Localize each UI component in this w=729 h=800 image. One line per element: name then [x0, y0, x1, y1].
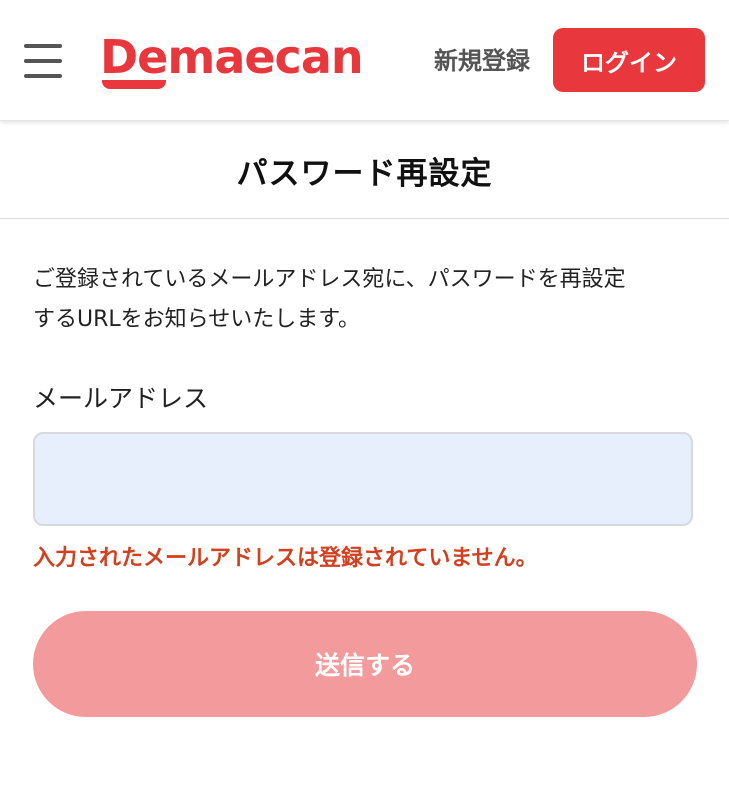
menu-line	[24, 44, 62, 48]
logo-underline	[102, 80, 166, 89]
demaecan-logo[interactable]: Demaecan	[100, 28, 380, 90]
email-input[interactable]	[33, 432, 693, 526]
password-reset-page: Demaecan 新規登録 ログイン パスワード再設定 ご登録されているメールア…	[0, 0, 729, 800]
header: Demaecan 新規登録 ログイン	[0, 0, 729, 121]
menu-line	[24, 59, 62, 63]
register-link[interactable]: 新規登録	[434, 44, 530, 78]
description-line: ご登録されているメールアドレス宛に、パスワードを再設定	[33, 267, 626, 292]
menu-line	[24, 74, 62, 78]
description-line: するURLをお知らせいたします。	[33, 307, 361, 332]
login-button[interactable]: ログイン	[553, 28, 705, 92]
logo-text: Demaecan	[100, 30, 364, 84]
hamburger-menu-icon[interactable]	[24, 42, 62, 80]
page-title: パスワード再設定	[236, 155, 493, 192]
submit-button[interactable]: 送信する	[33, 611, 697, 717]
description: ご登録されているメールアドレス宛に、パスワードを再設定 するURLをお知らせいた…	[33, 260, 693, 340]
email-error-message: 入力されたメールアドレスは登録されていません。	[33, 546, 538, 571]
title-bar: パスワード再設定	[0, 122, 729, 219]
email-label: メールアドレス	[33, 384, 209, 413]
